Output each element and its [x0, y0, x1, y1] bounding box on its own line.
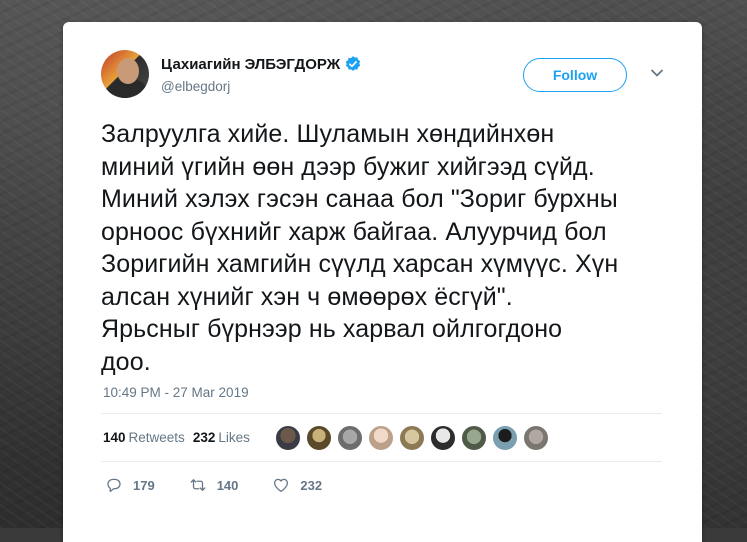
liker-avatar[interactable] [430, 425, 456, 451]
reply-count: 179 [133, 477, 155, 493]
reply-action[interactable]: 179 [105, 476, 155, 494]
liker-avatar[interactable] [275, 425, 301, 451]
tweet-timestamp[interactable]: 10:49 PM - 27 Mar 2019 [103, 385, 249, 400]
tweet-text-line: Миний хэлэх гэсэн санаа бол "Зориг бурхн… [101, 185, 618, 213]
tweet-text-line: Залруулга хийе. Шуламын хөндийнхөн [101, 120, 555, 148]
tweet-stats: 140 Retweets 232 Likes [103, 422, 258, 452]
retweet-icon [190, 479, 206, 491]
tweet-text-line: миний үгийн өөн дээр бужиг хийгээд сүйд. [101, 152, 595, 181]
likes-stat[interactable]: 232 Likes [193, 430, 250, 445]
likes-count: 232 [192, 429, 216, 445]
author-name-row[interactable]: Цахиагийн ЭЛБЭГДОРЖ [161, 55, 362, 73]
liker-avatars [275, 425, 554, 451]
like-action[interactable]: 232 [272, 476, 322, 494]
tweet-actions: 179 140 232 [105, 476, 356, 494]
chevron-down-icon[interactable] [649, 65, 665, 81]
like-count: 232 [300, 477, 323, 493]
tweet-text-line: алсан хүнийг хэн ч өмөөрөх ёсгүй". [101, 282, 513, 311]
liker-avatar[interactable] [461, 425, 487, 451]
retweet-count: 140 [216, 477, 239, 493]
retweets-stat[interactable]: 140 Retweets [103, 430, 185, 445]
author-avatar[interactable] [101, 50, 149, 98]
author-handle[interactable]: @elbegdorj [161, 79, 230, 94]
follow-button[interactable]: Follow [523, 58, 627, 92]
retweets-label: Retweets [128, 429, 185, 445]
liker-avatar[interactable] [306, 425, 332, 451]
divider [101, 461, 662, 462]
tweet-text-line: Ярьсныг бүрнээр нь харвал ойлгогдоно [101, 315, 563, 343]
tweet-header: Цахиагийн ЭЛБЭГДОРЖ @elbegdorj Follow [101, 50, 682, 102]
tweet-text-line: орноос бүхнийг харж байгаа. Алуурчид бол [101, 217, 607, 246]
avatar-face [117, 58, 139, 84]
divider [101, 413, 662, 414]
liker-avatar[interactable] [492, 425, 518, 451]
liker-avatar[interactable] [399, 425, 425, 451]
reply-icon [107, 478, 121, 493]
liker-avatar[interactable] [368, 425, 394, 451]
tweet-card: Цахиагийн ЭЛБЭГДОРЖ @elbegdorj Follow За… [63, 22, 702, 542]
likes-label: Likes [218, 429, 250, 445]
liker-avatar[interactable] [337, 425, 363, 451]
author-name[interactable]: Цахиагийн ЭЛБЭГДОРЖ [161, 56, 340, 73]
tweet-text-line: доо. [101, 347, 151, 376]
tweet-text: Залруулга хийе. Шуламын хөндийнхөн миний… [101, 118, 681, 378]
heart-icon [274, 478, 289, 493]
retweets-count: 140 [103, 429, 126, 445]
tweet-text-line: Зоригийн хамгийн сүүлд харсан хүмүүс. Хү… [101, 250, 619, 278]
retweet-action[interactable]: 140 [189, 476, 239, 494]
verified-badge-icon [346, 56, 361, 71]
liker-avatar[interactable] [523, 425, 549, 451]
